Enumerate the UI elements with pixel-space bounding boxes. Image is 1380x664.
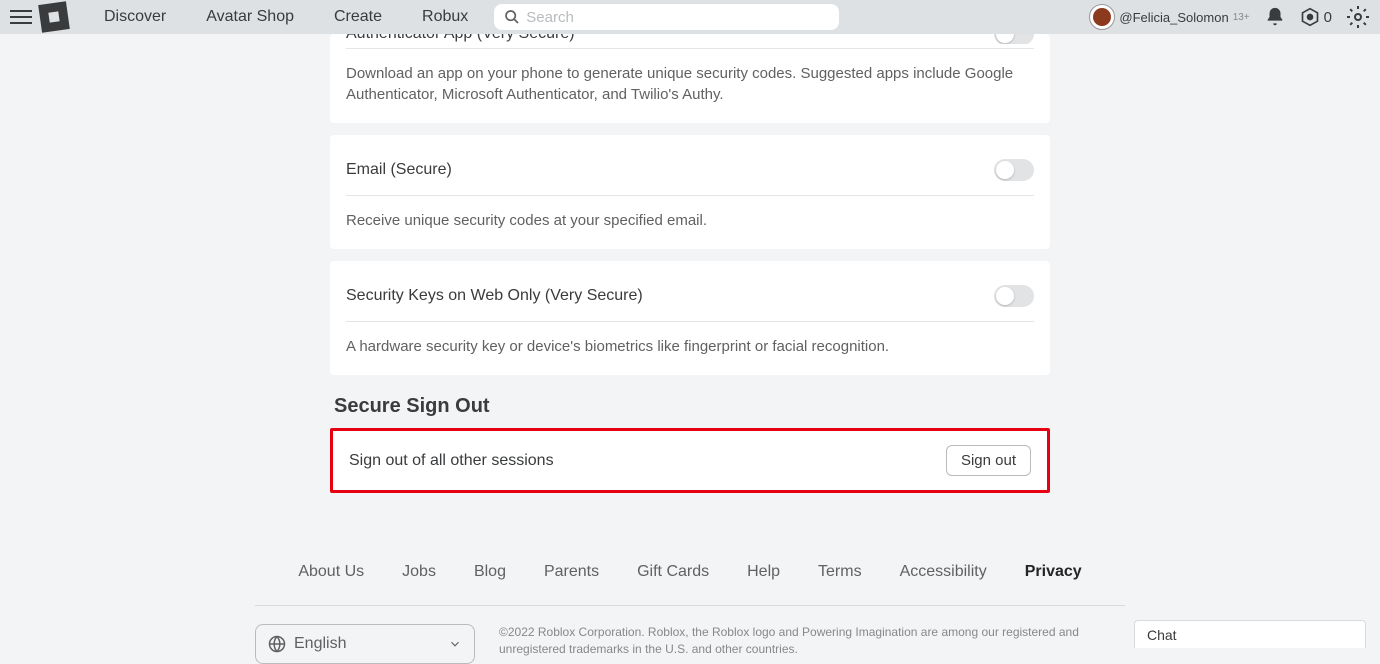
footer-divider bbox=[255, 605, 1125, 606]
footer-blog[interactable]: Blog bbox=[474, 563, 506, 581]
divider bbox=[346, 48, 1034, 49]
email-title: Email (Secure) bbox=[346, 161, 452, 179]
nav-right: @Felicia_Solomon 13+ 0 bbox=[1089, 4, 1370, 30]
authenticator-title: Authenticator App (Very Secure) bbox=[346, 34, 575, 43]
footer-parents[interactable]: Parents bbox=[544, 563, 599, 581]
divider bbox=[346, 321, 1034, 322]
footer-bottom: English ©2022 Roblox Corporation. Roblox… bbox=[255, 624, 1125, 664]
search-input[interactable] bbox=[526, 9, 829, 26]
signout-button[interactable]: Sign out bbox=[946, 445, 1031, 476]
nav-discover[interactable]: Discover bbox=[104, 8, 166, 26]
nav-avatar-shop[interactable]: Avatar Shop bbox=[206, 8, 294, 26]
username-label: @Felicia_Solomon bbox=[1119, 10, 1228, 25]
footer: About Us Jobs Blog Parents Gift Cards He… bbox=[255, 563, 1125, 664]
globe-icon bbox=[268, 635, 286, 653]
footer-help[interactable]: Help bbox=[747, 563, 780, 581]
copyright-text: ©2022 Roblox Corporation. Roblox, the Ro… bbox=[499, 624, 1089, 658]
security-keys-desc: A hardware security key or device's biom… bbox=[346, 332, 1034, 357]
footer-links: About Us Jobs Blog Parents Gift Cards He… bbox=[255, 563, 1125, 605]
settings-content: Authenticator App (Very Secure) Download… bbox=[330, 34, 1050, 493]
footer-giftcards[interactable]: Gift Cards bbox=[637, 563, 709, 581]
language-label: English bbox=[294, 635, 346, 653]
age-badge: 13+ bbox=[1233, 12, 1250, 23]
search-icon bbox=[504, 9, 520, 25]
nav-links: Discover Avatar Shop Create Robux bbox=[104, 8, 468, 26]
authenticator-card: Authenticator App (Very Secure) Download… bbox=[330, 34, 1050, 123]
footer-jobs[interactable]: Jobs bbox=[402, 563, 436, 581]
nav-create[interactable]: Create bbox=[334, 8, 382, 26]
footer-privacy[interactable]: Privacy bbox=[1025, 563, 1082, 581]
security-keys-title: Security Keys on Web Only (Very Secure) bbox=[346, 287, 643, 305]
gear-icon[interactable] bbox=[1346, 5, 1370, 29]
menu-icon[interactable] bbox=[10, 6, 32, 28]
email-card: Email (Secure) Receive unique security c… bbox=[330, 135, 1050, 249]
security-keys-toggle[interactable] bbox=[994, 285, 1034, 307]
logo-icon[interactable] bbox=[38, 1, 70, 33]
secure-signout-heading: Secure Sign Out bbox=[334, 395, 1050, 418]
bell-icon[interactable] bbox=[1264, 6, 1286, 28]
signout-label: Sign out of all other sessions bbox=[349, 452, 554, 470]
authenticator-toggle[interactable] bbox=[994, 34, 1034, 44]
robux-amount: 0 bbox=[1324, 9, 1332, 26]
footer-accessibility[interactable]: Accessibility bbox=[900, 563, 987, 581]
chevron-down-icon bbox=[448, 637, 462, 651]
chat-label: Chat bbox=[1147, 627, 1177, 643]
top-nav: Discover Avatar Shop Create Robux @Felic… bbox=[0, 0, 1380, 34]
footer-about[interactable]: About Us bbox=[298, 563, 364, 581]
robux-balance[interactable]: 0 bbox=[1300, 7, 1332, 27]
email-toggle[interactable] bbox=[994, 159, 1034, 181]
email-desc: Receive unique security codes at your sp… bbox=[346, 206, 1034, 231]
security-keys-card: Security Keys on Web Only (Very Secure) … bbox=[330, 261, 1050, 375]
nav-robux[interactable]: Robux bbox=[422, 8, 468, 26]
authenticator-desc: Download an app on your phone to generat… bbox=[346, 59, 1034, 105]
language-selector[interactable]: English bbox=[255, 624, 475, 664]
footer-terms[interactable]: Terms bbox=[818, 563, 862, 581]
user-menu[interactable]: @Felicia_Solomon 13+ bbox=[1089, 4, 1249, 30]
divider bbox=[346, 195, 1034, 196]
chat-bar[interactable]: Chat bbox=[1134, 620, 1366, 648]
search-box[interactable] bbox=[494, 4, 839, 30]
avatar bbox=[1089, 4, 1115, 30]
signout-card: Sign out of all other sessions Sign out bbox=[330, 428, 1050, 493]
